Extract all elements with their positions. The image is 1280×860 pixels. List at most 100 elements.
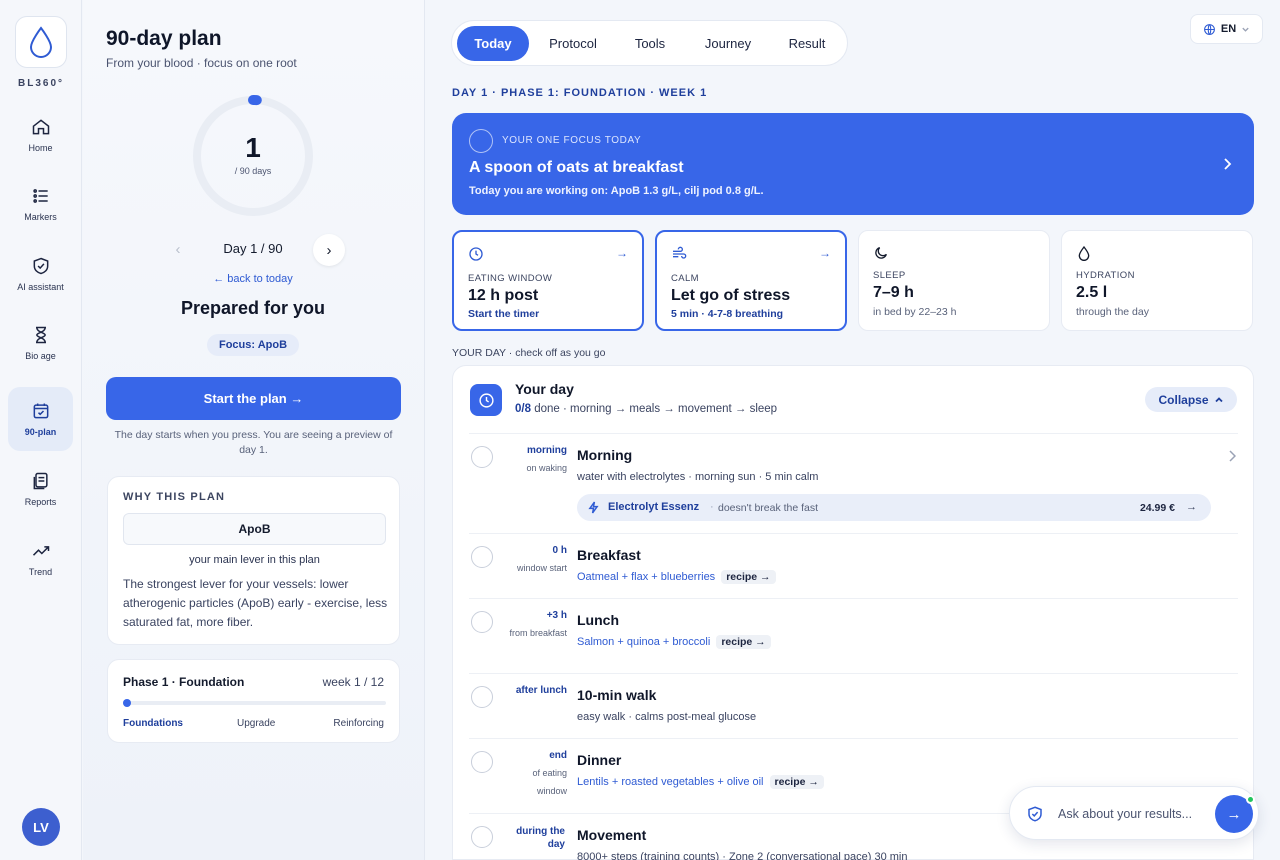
hourglass-icon: [35, 326, 46, 344]
card-label: HYDRATION: [1076, 270, 1135, 281]
item-desc: 8000+ steps (training counts) · Zone 2 (…: [577, 851, 908, 860]
prev-day-button[interactable]: ‹: [163, 234, 193, 264]
product-price: 24.99 €: [1139, 502, 1175, 514]
nav-label: Reports: [24, 497, 57, 507]
product-pill[interactable]: Electrolyt Essenz · doesn't break the fa…: [577, 494, 1211, 521]
nav-ai-assistant[interactable]: AI assistant: [8, 242, 73, 306]
calm-card[interactable]: → CALM Let go of stress 5 min · 4-7-8 br…: [655, 230, 847, 331]
why-lever: your main lever in this plan: [189, 554, 320, 566]
brand-logo[interactable]: [15, 16, 67, 68]
nav-home[interactable]: Home: [8, 103, 73, 167]
focus-label: YOUR ONE FOCUS TODAY: [502, 135, 642, 146]
recipe-button[interactable]: recipe →: [716, 635, 771, 649]
focus-banner[interactable]: YOUR ONE FOCUS TODAY A spoon of oats at …: [452, 113, 1254, 215]
collapse-button[interactable]: Collapse: [1145, 387, 1237, 412]
next-day-button[interactable]: ›: [313, 234, 345, 266]
list-item-breakfast[interactable]: 0 h window start Breakfast Oatmeal + fla…: [469, 533, 1238, 598]
nav-label: Trend: [28, 567, 53, 577]
why-marker: ApoB: [123, 513, 386, 545]
sleep-card: SLEEP 7–9 h in bed by 22–23 h: [858, 230, 1050, 331]
item-checkbox[interactable]: [471, 751, 493, 773]
tab-result[interactable]: Result: [772, 26, 842, 61]
day-number: 1: [245, 132, 261, 163]
nav-bio-age[interactable]: Bio age: [8, 311, 73, 375]
chevron-right-icon[interactable]: [1228, 450, 1236, 462]
card-value: 12 h post: [468, 287, 539, 304]
back-to-today-link[interactable]: ← back to today: [163, 273, 343, 285]
nav-markers[interactable]: Markers: [8, 172, 73, 236]
tab-journey[interactable]: Journey: [690, 26, 766, 61]
nav-label: 90-plan: [24, 427, 57, 437]
phase-card: Phase 1 · Foundation week 1 / 12 Foundat…: [107, 659, 400, 743]
clock-icon: [469, 247, 483, 261]
card-value: 2.5 l: [1076, 284, 1108, 301]
focus-check-icon[interactable]: [469, 129, 493, 153]
clock-badge-icon: [470, 384, 502, 416]
item-time-sub: from breakfast: [509, 628, 567, 638]
phase-name: Phase 1 · Foundation: [123, 675, 245, 689]
item-name: Breakfast: [577, 547, 641, 563]
item-desc: water with electrolytes · morning sun · …: [577, 471, 819, 483]
meal-link[interactable]: Salmon + quinoa + broccoli: [577, 636, 710, 648]
phase-stage-upgrade: Upgrade: [237, 718, 276, 729]
nav-reports[interactable]: Reports: [8, 457, 73, 521]
list-item-morning[interactable]: morning on waking Morning water with ele…: [469, 433, 1238, 523]
focus-subtitle: Today you are working on: ApoB 1.3 g/L, …: [469, 185, 764, 197]
item-checkbox[interactable]: [471, 546, 493, 568]
list-icon: [32, 189, 48, 203]
arrow-right-icon: →: [819, 246, 831, 260]
item-checkbox[interactable]: [471, 611, 493, 633]
phase-week: week 1 / 12: [322, 675, 384, 689]
recipe-button[interactable]: recipe →: [769, 775, 824, 789]
focus-title: A spoon of oats at breakfast: [469, 159, 684, 176]
tab-today[interactable]: Today: [457, 26, 529, 61]
language-label: EN: [1220, 23, 1237, 35]
nav-trend[interactable]: Trend: [8, 527, 73, 591]
nav-90-plan[interactable]: 90-plan: [8, 387, 73, 451]
language-selector[interactable]: EN: [1190, 14, 1263, 44]
day-label: Day 1 / 90: [223, 241, 283, 256]
item-desc: Salmon + quinoa + broccoli recipe →: [577, 635, 771, 649]
page-title: 90-day plan: [106, 27, 222, 50]
list-item-walk[interactable]: after lunch 10-min walk easy walk · calm…: [469, 673, 1238, 738]
item-time-sub: on waking: [526, 463, 567, 473]
day-list-title: Your day: [515, 381, 574, 397]
meal-link[interactable]: Lentils + roasted vegetables + olive oil: [577, 776, 764, 788]
focus-chip: Focus: ApoB: [207, 334, 299, 356]
list-item-lunch[interactable]: +3 h from breakfast Lunch Salmon + quino…: [469, 598, 1238, 673]
item-checkbox[interactable]: [471, 686, 493, 708]
progress-rest: done · morning → meals → movement → slee…: [531, 403, 778, 415]
item-checkbox[interactable]: [471, 446, 493, 468]
bolt-icon: [588, 501, 599, 514]
item-desc: Lentils + roasted vegetables + olive oil…: [577, 775, 824, 789]
item-time: morning: [527, 445, 567, 456]
ask-assistant-bar: →: [1009, 786, 1259, 840]
left-rail: BL360° Home Markers AI assistant Bio age…: [0, 0, 82, 860]
card-note: in bed by 22–23 h: [873, 306, 957, 318]
item-name: Lunch: [577, 612, 619, 628]
ask-input[interactable]: [1058, 804, 1213, 824]
card-note: through the day: [1076, 306, 1149, 318]
meal-link[interactable]: Oatmeal + flax + blueberries: [577, 571, 715, 583]
phase-stage-reinforcing: Reinforcing: [333, 718, 384, 729]
arrow-right-icon: →: [616, 246, 628, 260]
start-plan-button[interactable]: Start the plan →: [106, 377, 401, 420]
why-heading: WHY THIS PLAN: [123, 491, 226, 503]
item-checkbox[interactable]: [471, 826, 493, 848]
arrow-right-icon: →: [1186, 501, 1197, 513]
card-value: 7–9 h: [873, 284, 914, 301]
item-time: +3 h: [546, 610, 567, 621]
phase-progress-track: [123, 699, 386, 707]
start-note: The day starts when you press. You are s…: [114, 429, 393, 456]
eating-window-card[interactable]: → EATING WINDOW 12 h post Start the time…: [452, 230, 644, 331]
item-time-sub: window start: [516, 563, 567, 573]
card-label: EATING WINDOW: [468, 273, 553, 284]
tab-tools[interactable]: Tools: [618, 26, 682, 61]
nav-label: AI assistant: [17, 282, 64, 292]
phase-progress-marker: [123, 699, 131, 707]
avatar[interactable]: LV: [22, 808, 60, 846]
chevron-right-icon: [1224, 158, 1232, 170]
recipe-button[interactable]: recipe →: [721, 570, 776, 584]
tab-protocol[interactable]: Protocol: [534, 26, 612, 61]
home-icon: [32, 119, 49, 135]
